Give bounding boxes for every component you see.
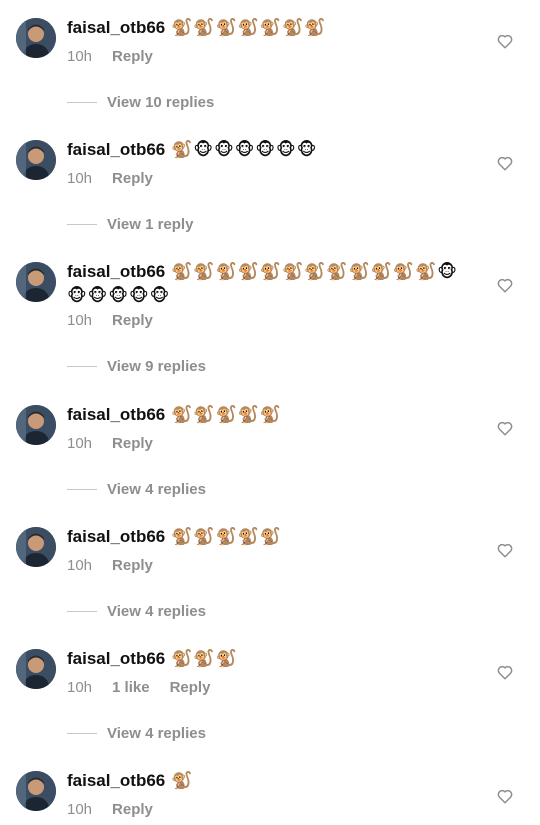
reply-button[interactable]: Reply — [112, 435, 153, 452]
reply-button[interactable]: Reply — [112, 557, 153, 574]
comment-timestamp: 10h — [67, 557, 93, 574]
replies-divider-line — [67, 733, 97, 734]
replies-divider-line — [67, 102, 97, 103]
replies-divider-line — [67, 489, 97, 490]
comment-username[interactable]: faisal_otb66 — [67, 527, 165, 546]
avatar-image — [16, 262, 56, 302]
view-replies-label: View 4 replies — [107, 603, 206, 620]
comment-body: 🐒🐒🐒 — [171, 649, 238, 669]
comment-meta: 10h Reply — [67, 435, 173, 452]
avatar-image — [16, 649, 56, 689]
comment-username[interactable]: faisal_otb66 — [67, 18, 165, 37]
avatar[interactable] — [16, 405, 56, 445]
reply-button[interactable]: Reply — [112, 801, 153, 818]
avatar[interactable] — [16, 771, 56, 811]
heart-icon[interactable] — [496, 276, 514, 294]
comment-username[interactable]: faisal_otb66 — [67, 649, 165, 668]
comment-text-block: faisal_otb66 🐒🐒🐒🐒🐒 — [67, 403, 477, 427]
view-replies-button[interactable]: View 1 reply — [67, 216, 193, 233]
avatar-image — [16, 527, 56, 567]
view-replies-label: View 4 replies — [107, 481, 206, 498]
view-replies-label: View 9 replies — [107, 358, 206, 375]
comment-timestamp: 10h — [67, 312, 93, 329]
comment-username[interactable]: faisal_otb66 — [67, 262, 165, 281]
comment-timestamp: 10h — [67, 170, 93, 187]
comment-text-block: faisal_otb66 🐒 — [67, 769, 477, 793]
comment-meta: 10h Reply — [67, 48, 173, 65]
comment-timestamp: 10h — [67, 801, 93, 818]
view-replies-label: View 10 replies — [107, 94, 215, 111]
avatar[interactable] — [16, 262, 56, 302]
comment-text-block: faisal_otb66 🐒🐒🐒🐒🐒 — [67, 525, 477, 549]
comment-body: 🐒🐒🐒🐒🐒 — [171, 405, 283, 425]
view-replies-button[interactable]: View 10 replies — [67, 94, 214, 111]
view-replies-button[interactable]: View 4 replies — [67, 603, 206, 620]
reply-button[interactable]: Reply — [112, 48, 153, 65]
comment-text-block: faisal_otb66 🐒🐒🐒🐒🐒🐒🐒 — [67, 16, 477, 40]
comment-meta: 10h Reply — [67, 557, 173, 574]
comment-text-block: faisal_otb66 🐒🐒🐒 — [67, 647, 477, 671]
comment-body: 🐒 — [171, 771, 194, 791]
comment-text-block: faisal_otb66 🐒🐵🐵🐵🐵🐵🐵 — [67, 138, 477, 162]
comment-meta: 10h 1 like Reply — [67, 679, 230, 696]
comment-meta: 10h Reply — [67, 312, 173, 329]
view-replies-label: View 4 replies — [107, 725, 206, 742]
heart-icon[interactable] — [496, 419, 514, 437]
avatar-image — [16, 18, 56, 58]
heart-icon[interactable] — [496, 154, 514, 172]
replies-divider-line — [67, 366, 97, 367]
heart-icon[interactable] — [496, 663, 514, 681]
comment-timestamp: 10h — [67, 48, 93, 65]
reply-button[interactable]: Reply — [170, 679, 211, 696]
comment-meta: 10h Reply — [67, 801, 173, 818]
avatar[interactable] — [16, 140, 56, 180]
comment-username[interactable]: faisal_otb66 — [67, 771, 165, 790]
comment-body: 🐒🐒🐒🐒🐒 — [171, 527, 283, 547]
view-replies-button[interactable]: View 4 replies — [67, 481, 206, 498]
reply-button[interactable]: Reply — [112, 312, 153, 329]
comment-meta: 10h Reply — [67, 170, 173, 187]
reply-button[interactable]: Reply — [112, 170, 153, 187]
heart-icon[interactable] — [496, 787, 514, 805]
avatar[interactable] — [16, 649, 56, 689]
avatar-image — [16, 140, 56, 180]
avatar[interactable] — [16, 18, 56, 58]
avatar-image — [16, 405, 56, 445]
heart-icon[interactable] — [496, 541, 514, 559]
comment-body: 🐒🐵🐵🐵🐵🐵🐵 — [171, 140, 318, 160]
heart-icon[interactable] — [496, 32, 514, 50]
comment-username[interactable]: faisal_otb66 — [67, 405, 165, 424]
view-replies-label: View 1 reply — [107, 216, 194, 233]
comment-text-block: faisal_otb66 🐒🐒🐒🐒🐒🐒🐒🐒🐒🐒🐒🐒🐵🐵🐵🐵🐵🐵 — [67, 260, 477, 308]
comment-timestamp: 10h — [67, 679, 93, 696]
replies-divider-line — [67, 224, 97, 225]
avatar-image — [16, 771, 56, 811]
view-replies-button[interactable]: View 4 replies — [67, 725, 206, 742]
view-replies-button[interactable]: View 9 replies — [67, 358, 206, 375]
comment-body: 🐒🐒🐒🐒🐒🐒🐒 — [171, 18, 327, 38]
avatar[interactable] — [16, 527, 56, 567]
likes-count[interactable]: 1 like — [112, 679, 150, 696]
comment-timestamp: 10h — [67, 435, 93, 452]
comment-username[interactable]: faisal_otb66 — [67, 140, 165, 159]
replies-divider-line — [67, 611, 97, 612]
